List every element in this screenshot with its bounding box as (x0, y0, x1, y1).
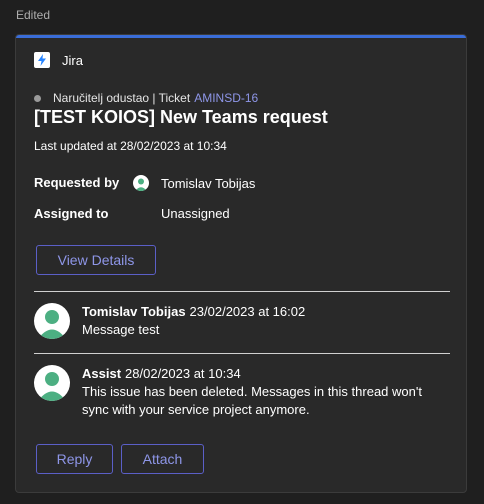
comment-item: Tomislav Tobijas 23/02/2023 at 16:02 Mess… (34, 303, 442, 339)
requested-by-name: Tomislav Tobijas (161, 175, 256, 191)
comment-header: Assist 28/02/2023 at 10:34 (82, 365, 442, 383)
app-header: Jira (34, 52, 83, 68)
status-text: Naručitelj odustao | Ticket (53, 91, 191, 105)
comment-item: Assist 28/02/2023 at 10:34 This issue has… (34, 365, 442, 419)
attach-button[interactable]: Attach (121, 444, 204, 474)
reply-button[interactable]: Reply (36, 444, 113, 474)
comment-author: Assist (82, 366, 122, 381)
divider (34, 291, 450, 292)
requester: Tomislav Tobijas (133, 175, 256, 191)
ticket-key-link[interactable]: AMINSD-16 (194, 91, 258, 105)
comment-text: Message test (82, 322, 160, 337)
app-name: Jira (62, 52, 83, 68)
requested-by-value: Tomislav Tobijas (133, 175, 256, 191)
view-details-button[interactable]: View Details (36, 245, 156, 275)
issue-title: [TEST KOIOS] New Teams request (34, 107, 328, 127)
status-dot-icon (34, 94, 41, 102)
divider (34, 353, 450, 354)
last-updated-text: Last updated at 28/02/2023 at 10:34 (34, 139, 227, 153)
jira-icon (34, 52, 50, 68)
comment-text: This issue has been deleted. Messages in… (82, 384, 422, 417)
assigned-to-value: Unassigned (161, 206, 230, 221)
comment-author: Tomislav Tobijas (82, 304, 186, 319)
edited-label: Edited (16, 8, 51, 22)
assigned-to-label: Assigned to (34, 206, 109, 221)
ticket-status-line: Naručitelj odustao | Ticket AMINSD-16 (34, 91, 258, 105)
comment-body: Assist 28/02/2023 at 10:34 This issue has… (82, 365, 442, 419)
user-avatar-icon (133, 175, 149, 191)
comment-date: 28/02/2023 at 10:34 (125, 366, 241, 381)
user-avatar-icon (34, 303, 70, 339)
requested-by-label: Requested by (34, 175, 120, 190)
user-avatar-icon (34, 365, 70, 401)
comment-header: Tomislav Tobijas 23/02/2023 at 16:02 (82, 303, 442, 321)
comment-body: Tomislav Tobijas 23/02/2023 at 16:02 Mess… (82, 303, 442, 339)
card-accent-bar (16, 35, 466, 38)
comment-date: 23/02/2023 at 16:02 (189, 304, 306, 319)
jira-ticket-card: Jira Naručitelj odustao | Ticket AMINSD-… (15, 34, 467, 493)
